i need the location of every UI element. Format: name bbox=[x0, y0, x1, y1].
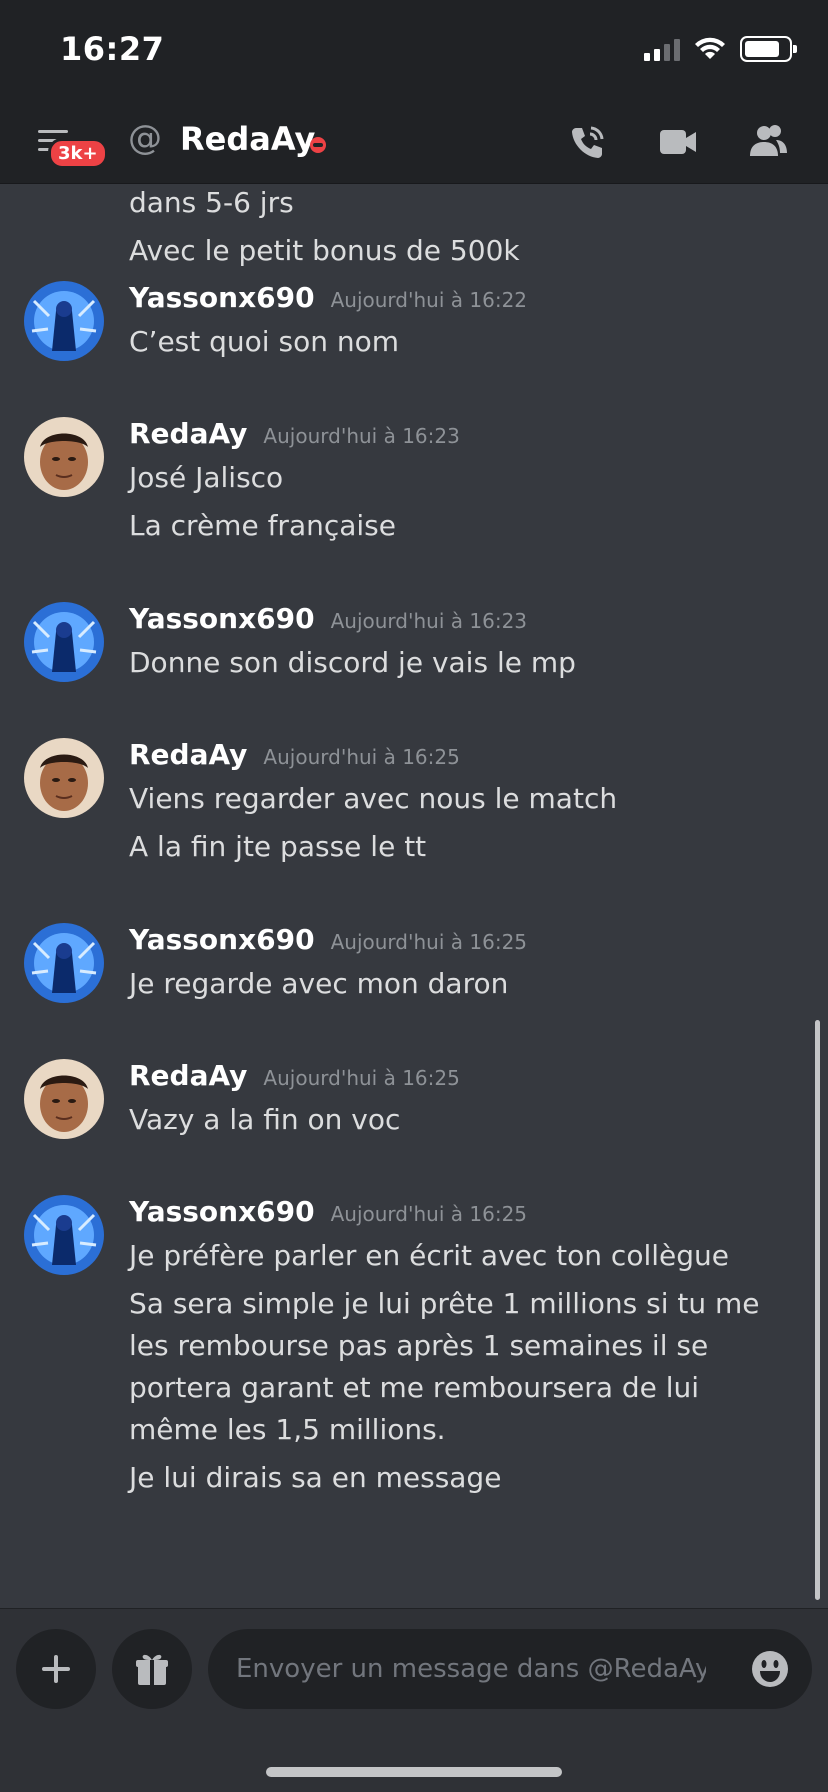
cellular-signal-icon bbox=[644, 37, 680, 61]
author-name[interactable]: Yassonx690 bbox=[129, 923, 315, 956]
author-name[interactable]: RedaAy bbox=[129, 417, 247, 450]
message-line: C’est quoi son nom bbox=[129, 325, 399, 358]
message-input[interactable] bbox=[236, 1629, 706, 1709]
members-icon[interactable] bbox=[746, 120, 790, 164]
continued-message: dans 5-6 jrs Avec le petit bonus de 500k bbox=[129, 185, 520, 275]
status-bar: 16:27 bbox=[0, 0, 828, 100]
message-line: Je regarde avec mon daron bbox=[129, 967, 509, 1000]
video-call-icon[interactable] bbox=[656, 120, 700, 164]
message-line: La crème française bbox=[129, 509, 396, 542]
emoji-icon[interactable] bbox=[750, 1649, 790, 1689]
status-time: 16:27 bbox=[60, 30, 165, 68]
timestamp: Aujourd'hui à 16:22 bbox=[330, 288, 528, 312]
message-line: José Jalisco bbox=[129, 461, 284, 494]
message-line: Sa sera simple je lui prête 1 millions s… bbox=[129, 1287, 760, 1446]
avatar[interactable] bbox=[24, 738, 104, 818]
avatar[interactable] bbox=[24, 602, 104, 682]
message-line: A la fin jte passe le tt bbox=[129, 830, 427, 863]
at-icon: @ bbox=[128, 118, 162, 158]
message-line: Je lui dirais sa en message bbox=[129, 1461, 502, 1494]
timestamp: Aujourd'hui à 16:23 bbox=[263, 424, 460, 448]
message-input-container[interactable] bbox=[208, 1629, 812, 1709]
add-attachment-button[interactable] bbox=[16, 1629, 96, 1709]
timestamp: Aujourd'hui à 16:25 bbox=[330, 1202, 528, 1226]
avatar[interactable] bbox=[24, 281, 104, 361]
avatar[interactable] bbox=[24, 1059, 104, 1139]
timestamp: Aujourd'hui à 16:25 bbox=[263, 1066, 460, 1090]
avatar[interactable] bbox=[24, 417, 104, 497]
message-line: Vazy a la fin on voc bbox=[129, 1103, 401, 1136]
message-line: dans 5-6 jrs bbox=[129, 186, 294, 219]
message-composer bbox=[0, 1608, 828, 1792]
mention-badge: 3k+ bbox=[48, 138, 108, 169]
message-line: Viens regarder avec nous le match bbox=[129, 782, 618, 815]
message-line: Je préfère parler en écrit avec ton coll… bbox=[129, 1239, 729, 1272]
voice-call-icon[interactable] bbox=[566, 120, 610, 164]
author-name[interactable]: RedaAy bbox=[129, 738, 247, 771]
channel-title[interactable]: RedaAy bbox=[180, 120, 315, 158]
message-list[interactable]: dans 5-6 jrs Avec le petit bonus de 500k… bbox=[0, 185, 828, 1607]
avatar[interactable] bbox=[24, 923, 104, 1003]
timestamp: Aujourd'hui à 16:25 bbox=[263, 745, 460, 769]
scrollbar[interactable] bbox=[815, 1020, 820, 1600]
timestamp: Aujourd'hui à 16:23 bbox=[330, 609, 528, 633]
message-line: Donne son discord je vais le mp bbox=[129, 646, 576, 679]
channel-header: 3k+ @ RedaAy bbox=[0, 100, 828, 184]
do-not-disturb-status-icon bbox=[310, 137, 326, 153]
author-name[interactable]: Yassonx690 bbox=[129, 602, 315, 635]
status-icons bbox=[644, 36, 797, 62]
message-line: Avec le petit bonus de 500k bbox=[129, 234, 520, 267]
guild-menu-button[interactable]: 3k+ bbox=[34, 124, 108, 169]
plus-icon bbox=[42, 1655, 70, 1683]
home-indicator bbox=[266, 1767, 562, 1777]
author-name[interactable]: RedaAy bbox=[129, 1059, 247, 1092]
wifi-icon bbox=[695, 37, 725, 59]
author-name[interactable]: Yassonx690 bbox=[129, 281, 315, 314]
timestamp: Aujourd'hui à 16:25 bbox=[330, 930, 528, 954]
avatar[interactable] bbox=[24, 1195, 104, 1275]
author-name[interactable]: Yassonx690 bbox=[129, 1195, 315, 1228]
gift-button[interactable] bbox=[112, 1629, 192, 1709]
battery-icon bbox=[740, 36, 797, 62]
gift-icon bbox=[136, 1654, 168, 1685]
